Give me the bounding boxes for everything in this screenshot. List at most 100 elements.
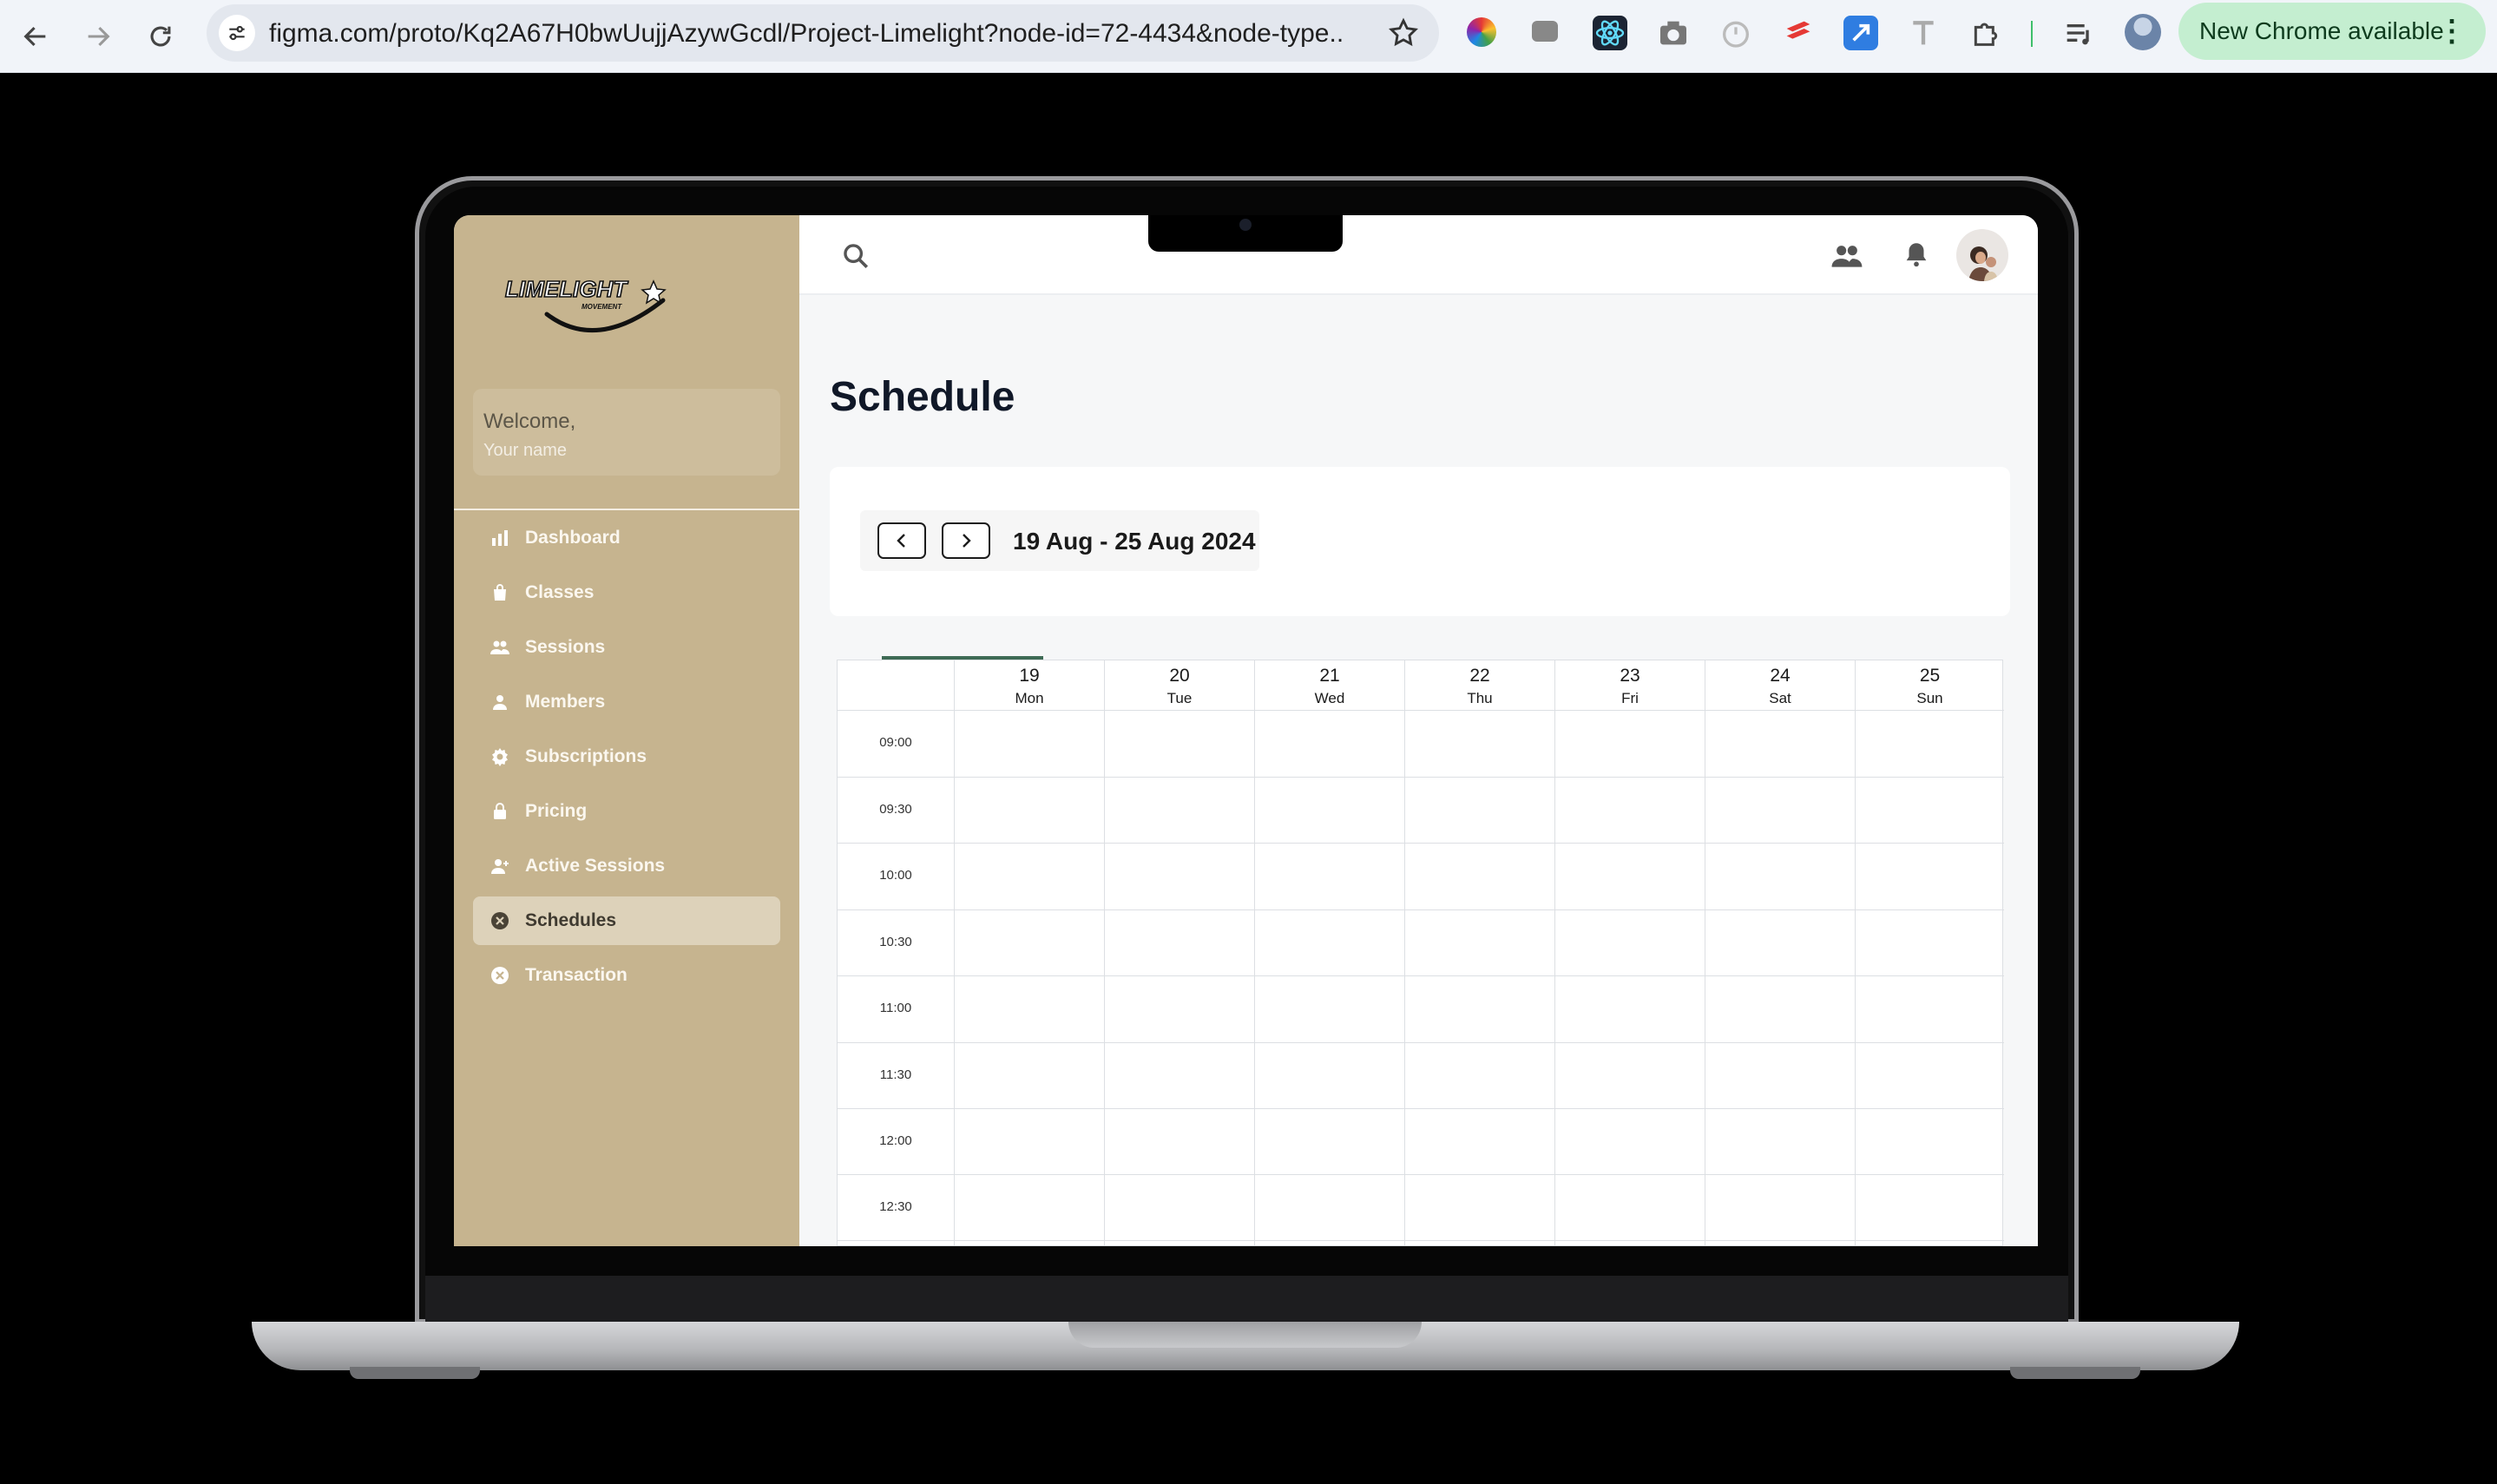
time-slot-label: 12:30 — [879, 1199, 912, 1214]
sidebar-item-subscriptions[interactable]: Subscriptions — [473, 732, 780, 781]
grid-line — [954, 711, 955, 1246]
sidebar-item-pricing[interactable]: Pricing — [473, 787, 780, 836]
previous-week-button[interactable] — [877, 522, 926, 559]
sidebar-item-schedules[interactable]: Schedules — [473, 896, 780, 945]
user-avatar[interactable] — [1956, 229, 2008, 281]
forward-button[interactable] — [74, 12, 122, 61]
x-circle-icon — [489, 909, 511, 932]
time-slot-label: 11:00 — [879, 1001, 912, 1015]
reload-button[interactable] — [136, 12, 185, 61]
back-button[interactable] — [11, 12, 60, 61]
time-slot-label: 12:00 — [879, 1133, 912, 1148]
bell-icon[interactable] — [1902, 238, 1931, 271]
laptop-camera-notch — [1148, 215, 1343, 252]
day-header-thu[interactable]: 22 Thu — [1404, 660, 1554, 711]
url-text[interactable]: figma.com/proto/Kq2A67H0bwUujjAzywGcdl/P… — [269, 19, 1345, 49]
top-bar — [799, 215, 2038, 295]
laptop-bezel-bottom — [425, 1276, 2068, 1323]
sidebar-item-label: Active Sessions — [525, 856, 666, 876]
day-number: 19 — [1019, 666, 1040, 686]
grid-line — [1404, 711, 1405, 1246]
bar-chart-icon — [489, 527, 511, 549]
team-icon[interactable] — [1830, 240, 1863, 273]
timer-extension-icon[interactable] — [1718, 16, 1753, 50]
site-info-icon[interactable] — [219, 15, 255, 51]
welcome-title: Welcome, — [483, 410, 576, 433]
grid-line — [1104, 711, 1105, 1246]
grid-line — [838, 975, 2004, 976]
screen-capture-extension-icon[interactable] — [1532, 21, 1558, 42]
sidebar-item-label: Transaction — [525, 965, 628, 985]
arrow-right-icon — [88, 26, 110, 47]
day-number: 20 — [1169, 666, 1190, 686]
react-devtools-icon[interactable] — [1593, 16, 1627, 50]
day-header-tue[interactable]: 20 Tue — [1104, 660, 1254, 711]
sidebar-item-label: Dashboard — [525, 528, 621, 548]
bookmark-star-icon[interactable] — [1387, 16, 1420, 49]
welcome-user-name: Your name — [483, 441, 567, 460]
sidebar-item-label: Classes — [525, 582, 595, 602]
time-slot-label: 11:30 — [879, 1067, 912, 1082]
address-bar[interactable]: figma.com/proto/Kq2A67H0bwUujjAzywGcdl/P… — [207, 4, 1439, 62]
week-navigator: 19 Aug - 25 Aug 2024 — [860, 510, 1259, 571]
puzzle-extensions-icon[interactable] — [1968, 16, 2003, 50]
gear-icon — [489, 745, 511, 768]
resize-extension-icon[interactable] — [1843, 16, 1878, 50]
reading-list-icon[interactable] — [2061, 16, 2096, 50]
lock-icon — [489, 800, 511, 823]
color-picker-extension-icon[interactable] — [1467, 17, 1496, 47]
time-slot-label: 09:30 — [879, 802, 912, 817]
grid-line — [838, 1240, 2004, 1241]
sidebar-item-label: Members — [525, 692, 606, 712]
grid-line — [838, 777, 2004, 778]
sidebar-item-classes[interactable]: Classes — [473, 568, 780, 617]
grid-line — [838, 909, 2004, 910]
toolbar-divider — [2031, 21, 2033, 47]
grid-line — [1855, 711, 1856, 1246]
reload-icon — [150, 26, 171, 47]
sidebar: LIMELIGHT MOVEMENT Welcome, Your name Da… — [454, 215, 799, 1246]
update-label: New Chrome available — [2199, 17, 2444, 44]
time-slot-label: 10:30 — [879, 935, 912, 949]
font-extension-icon[interactable] — [1906, 16, 1941, 50]
arrow-left-icon — [23, 26, 46, 47]
more-menu-icon[interactable]: ⋮ — [2437, 14, 2467, 49]
laptop-screen: LIMELIGHT MOVEMENT Welcome, Your name Da… — [454, 215, 2038, 1246]
page-title: Schedule — [830, 374, 1015, 420]
week-navigator-card: 19 Aug - 25 Aug 2024 — [830, 467, 2010, 616]
week-range-label: 19 Aug - 25 Aug 2024 — [1013, 528, 1256, 555]
next-week-button[interactable] — [942, 522, 990, 559]
sidebar-item-label: Subscriptions — [525, 746, 647, 766]
sidebar-item-transaction[interactable]: Transaction — [473, 951, 780, 1000]
limelight-logo: LIMELIGHT MOVEMENT — [504, 275, 667, 332]
laptop-trackpad-notch — [1068, 1322, 1422, 1348]
sidebar-item-sessions[interactable]: Sessions — [473, 623, 780, 672]
x-circle-icon — [489, 964, 511, 987]
chrome-update-button[interactable]: New Chrome available ⋮ — [2178, 3, 2486, 60]
day-header-sun[interactable]: 25 Sun — [1855, 660, 2004, 711]
sidebar-item-label: Pricing — [525, 801, 588, 821]
day-number: 22 — [1469, 666, 1490, 686]
stack-extension-icon[interactable] — [1781, 16, 1816, 50]
day-header-sat[interactable]: 24 Sat — [1705, 660, 1855, 711]
day-header-wed[interactable]: 21 Wed — [1254, 660, 1404, 711]
day-name: Thu — [1467, 690, 1493, 706]
chevron-left-icon — [897, 534, 905, 548]
day-header-fri[interactable]: 23 Fri — [1554, 660, 1705, 711]
person-icon — [489, 691, 511, 713]
day-name: Tue — [1166, 690, 1193, 706]
day-name: Wed — [1314, 690, 1345, 706]
camera-extension-icon[interactable] — [1656, 16, 1691, 50]
sidebar-item-active-sessions[interactable]: Active Sessions — [473, 842, 780, 890]
search-icon[interactable] — [841, 241, 871, 271]
laptop-foot-left — [350, 1367, 480, 1379]
sidebar-item-members[interactable]: Members — [473, 678, 780, 726]
sidebar-item-label: Schedules — [525, 910, 617, 930]
person-add-icon — [489, 855, 511, 877]
browser-toolbar: figma.com/proto/Kq2A67H0bwUujjAzywGcdl/P… — [0, 0, 2497, 73]
time-slot-label: 09:00 — [879, 735, 912, 750]
day-number: 24 — [1770, 666, 1791, 686]
day-header-mon[interactable]: 19 Mon — [954, 660, 1104, 711]
sidebar-item-dashboard[interactable]: Dashboard — [473, 514, 780, 562]
chrome-profile-avatar[interactable] — [2125, 14, 2161, 50]
